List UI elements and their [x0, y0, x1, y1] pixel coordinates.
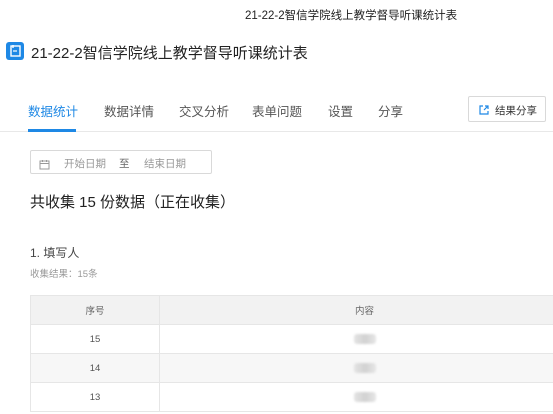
share-results-button[interactable]: 结果分享 — [468, 96, 546, 122]
window-title: 21-22-2智信学院线上教学督导听课统计表 — [245, 10, 458, 22]
start-date-input[interactable]: 开始日期 — [64, 156, 106, 171]
page-header: 21-22-2智信学院线上教学督导听课统计表 — [0, 30, 553, 74]
question-title: 1. 填写人 — [30, 246, 80, 260]
row-index: 13 — [30, 382, 160, 412]
table-row: 13 — [30, 382, 553, 412]
table-header-row: 序号 内容 — [30, 295, 553, 325]
tab-bar: 数据统计 数据详情 交叉分析 表单问题 设置 分享 结果分享 — [0, 84, 553, 132]
row-index: 15 — [30, 324, 160, 354]
tab-cross-analysis[interactable]: 交叉分析 — [179, 101, 229, 120]
table-row: 15 — [30, 324, 553, 354]
row-content — [159, 382, 553, 412]
tab-data-statistics[interactable]: 数据统计 — [28, 101, 78, 120]
window-titlebar: 21-22-2智信学院线上教学督导听课统计表 — [0, 0, 553, 28]
column-header-index: 序号 — [30, 295, 160, 325]
column-header-content: 内容 — [159, 295, 553, 325]
share-results-label: 结果分享 — [495, 105, 537, 117]
row-index: 14 — [30, 353, 160, 383]
page-title: 21-22-2智信学院线上教学督导听课统计表 — [31, 45, 308, 62]
tab-data-details[interactable]: 数据详情 — [104, 101, 154, 120]
table-row: 14 — [30, 353, 553, 383]
redacted-content — [353, 391, 376, 402]
results-table: 序号 内容 15 14 13 — [30, 295, 553, 412]
redacted-content — [353, 362, 376, 373]
collection-summary: 共收集 15 份数据（正在收集） — [30, 194, 236, 211]
end-date-input[interactable]: 结束日期 — [144, 156, 186, 171]
form-icon — [6, 42, 24, 60]
share-icon — [478, 103, 490, 115]
redacted-content — [353, 333, 376, 344]
calendar-icon — [39, 157, 50, 170]
date-range-picker[interactable]: 开始日期 至 结束日期 — [30, 150, 212, 174]
row-content — [159, 324, 553, 354]
date-separator: 至 — [119, 158, 130, 170]
tab-settings[interactable]: 设置 — [328, 101, 353, 120]
question-result-count: 收集结果：15条 — [30, 269, 98, 280]
tab-share[interactable]: 分享 — [378, 101, 403, 120]
active-tab-indicator — [28, 129, 76, 132]
row-content — [159, 353, 553, 383]
tab-form-questions[interactable]: 表单问题 — [252, 101, 302, 120]
